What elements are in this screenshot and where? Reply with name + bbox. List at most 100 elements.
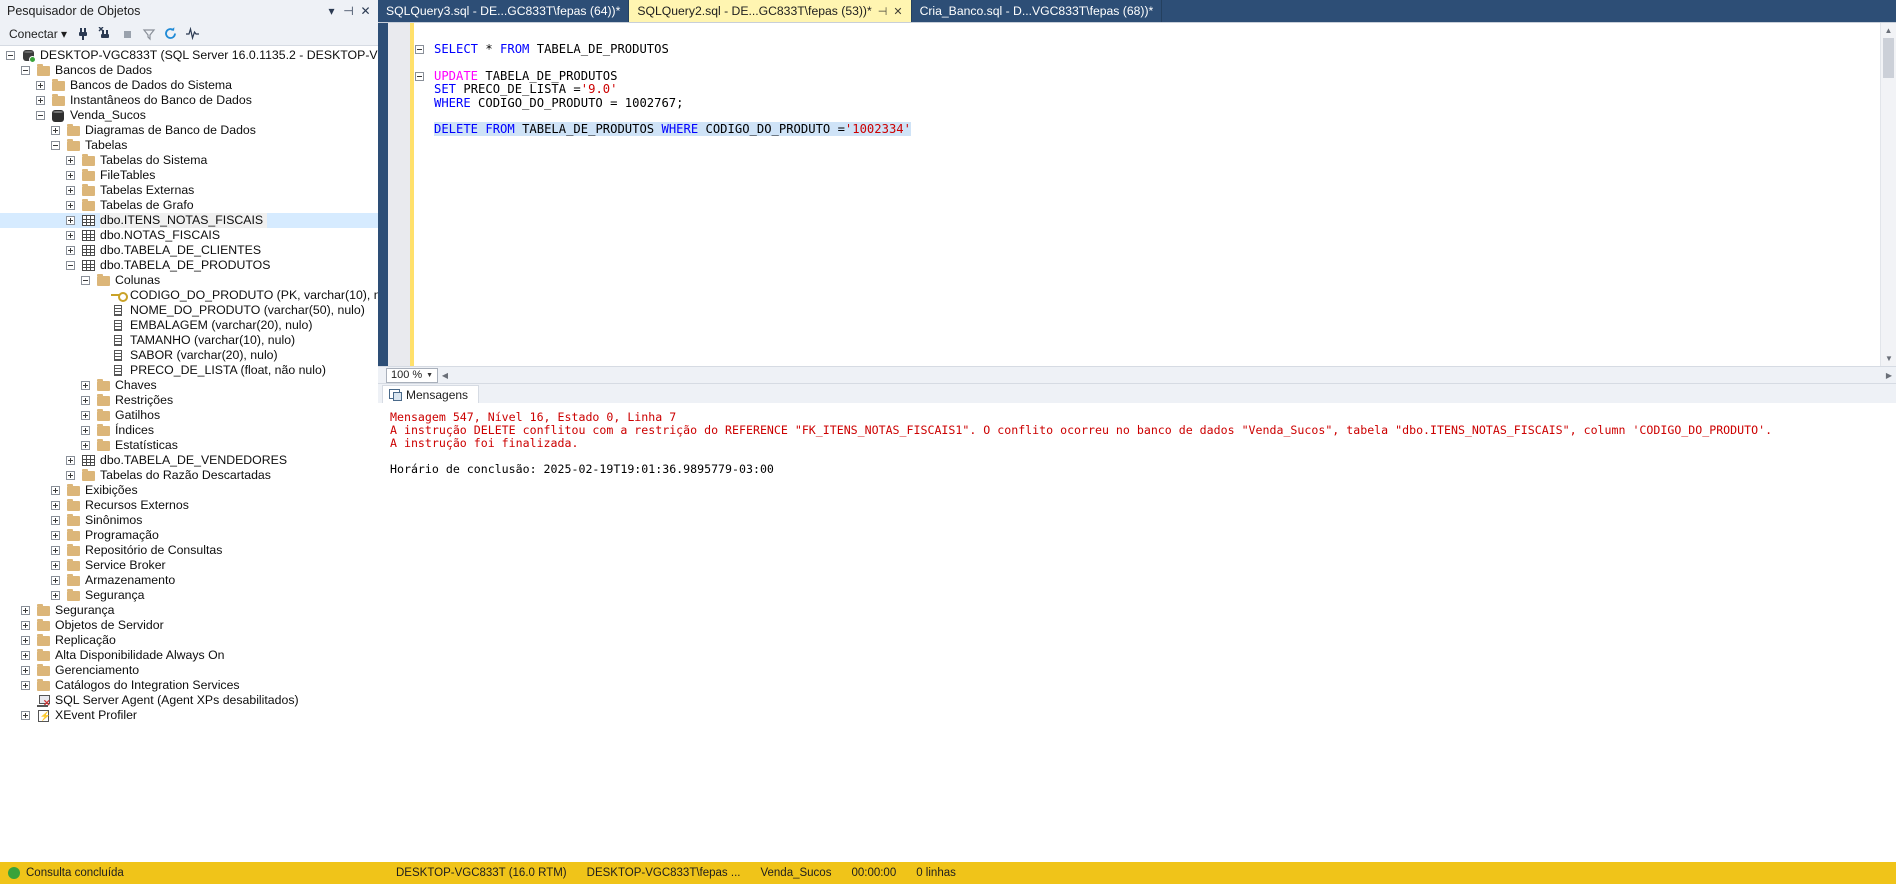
tree-node[interactable]: Sinônimos bbox=[0, 513, 378, 528]
tree-node[interactable]: Segurança bbox=[0, 603, 378, 618]
code-line[interactable]: UPDATE TABELA_DE_PRODUTOS bbox=[415, 69, 1896, 83]
code-line[interactable]: SELECT * FROM TABELA_DE_PRODUTOS bbox=[415, 42, 1896, 56]
tree-node[interactable]: Colunas bbox=[0, 273, 378, 288]
tree-node[interactable]: Service Broker bbox=[0, 558, 378, 573]
tree-node[interactable]: Venda_Sucos bbox=[0, 108, 378, 123]
collapse-icon[interactable] bbox=[81, 276, 90, 285]
code-line[interactable]: DELETE FROM TABELA_DE_PRODUTOS WHERE COD… bbox=[428, 122, 1896, 137]
expand-icon[interactable] bbox=[36, 81, 45, 90]
tree-node[interactable]: DESKTOP-VGC833T (SQL Server 16.0.1135.2 … bbox=[0, 48, 378, 63]
scroll-left-arrow[interactable]: ◀ bbox=[438, 371, 452, 380]
tree-node[interactable]: dbo.NOTAS_FISCAIS bbox=[0, 228, 378, 243]
expand-icon[interactable] bbox=[81, 396, 90, 405]
tree-node[interactable]: Exibições bbox=[0, 483, 378, 498]
tree-node[interactable]: XEvent Profiler bbox=[0, 708, 378, 724]
scroll-up-arrow[interactable]: ▲ bbox=[1881, 23, 1896, 38]
code-fold-icon[interactable] bbox=[415, 71, 424, 81]
expand-icon[interactable] bbox=[81, 411, 90, 420]
tree-node[interactable]: Tabelas Externas bbox=[0, 183, 378, 198]
expand-icon[interactable] bbox=[51, 486, 60, 495]
refresh-icon[interactable] bbox=[161, 24, 180, 43]
editor-horizontal-scrollbar[interactable]: ◀ ▶ bbox=[438, 367, 1896, 383]
expand-icon[interactable] bbox=[21, 681, 30, 690]
code-line[interactable] bbox=[428, 56, 1896, 69]
scroll-right-arrow[interactable]: ▶ bbox=[1882, 371, 1896, 380]
tree-node[interactable]: Programação bbox=[0, 528, 378, 543]
expand-icon[interactable] bbox=[66, 201, 75, 210]
tree-node[interactable]: Tabelas bbox=[0, 138, 378, 153]
expand-icon[interactable] bbox=[66, 471, 75, 480]
tree-node[interactable]: Gatilhos bbox=[0, 408, 378, 423]
editor-hscroll-track[interactable] bbox=[452, 368, 1882, 382]
tree-node[interactable]: Restrições bbox=[0, 393, 378, 408]
expand-icon[interactable] bbox=[66, 231, 75, 240]
expand-icon[interactable] bbox=[51, 516, 60, 525]
document-tab[interactable]: Cria_Banco.sql - D...VGC833T\fepas (68))… bbox=[911, 0, 1163, 22]
collapse-icon[interactable] bbox=[21, 66, 30, 75]
connect-button[interactable]: Conectar ▾ bbox=[6, 26, 70, 42]
tree-node[interactable]: NOME_DO_PRODUTO (varchar(50), nulo) bbox=[0, 303, 378, 318]
expand-icon[interactable] bbox=[51, 531, 60, 540]
tree-node[interactable]: SABOR (varchar(20), nulo) bbox=[0, 348, 378, 363]
tree-node[interactable]: Tabelas do Sistema bbox=[0, 153, 378, 168]
expand-icon[interactable] bbox=[66, 186, 75, 195]
tree-node[interactable]: Replicação bbox=[0, 633, 378, 648]
object-explorer-tree[interactable]: DESKTOP-VGC833T (SQL Server 16.0.1135.2 … bbox=[0, 46, 378, 884]
tree-node[interactable]: FileTables bbox=[0, 168, 378, 183]
expand-icon[interactable] bbox=[36, 96, 45, 105]
document-tab[interactable]: SQLQuery3.sql - DE...GC833T\fepas (64))* bbox=[378, 0, 630, 22]
tree-node[interactable]: PRECO_DE_LISTA (float, não nulo) bbox=[0, 363, 378, 378]
expand-icon[interactable] bbox=[66, 246, 75, 255]
code-line[interactable] bbox=[428, 110, 1896, 123]
tree-node[interactable]: Repositório de Consultas bbox=[0, 543, 378, 558]
tree-node[interactable]: Segurança bbox=[0, 588, 378, 603]
document-tab[interactable]: SQLQuery2.sql - DE...GC833T\fepas (53))*… bbox=[629, 0, 912, 22]
tree-node[interactable]: Diagramas de Banco de Dados bbox=[0, 123, 378, 138]
expand-icon[interactable] bbox=[21, 711, 30, 720]
stop-icon[interactable] bbox=[117, 24, 136, 43]
tree-node[interactable]: Estatísticas bbox=[0, 438, 378, 453]
sql-code-text[interactable]: SELECT * FROM TABELA_DE_PRODUTOS UPDATE T… bbox=[414, 23, 1896, 366]
tree-node[interactable]: Chaves bbox=[0, 378, 378, 393]
code-line[interactable]: SET PRECO_DE_LISTA ='9.0' bbox=[428, 82, 1896, 96]
expand-icon[interactable] bbox=[66, 216, 75, 225]
code-line[interactable]: WHERE CODIGO_DO_PRODUTO = 1002767; bbox=[428, 96, 1896, 110]
tree-node[interactable]: dbo.TABELA_DE_PRODUTOS bbox=[0, 258, 378, 273]
expand-icon[interactable] bbox=[21, 621, 30, 630]
close-icon[interactable]: ✕ bbox=[357, 3, 374, 20]
expand-icon[interactable] bbox=[21, 666, 30, 675]
pin-icon[interactable]: ⊣ bbox=[340, 3, 357, 20]
scroll-down-arrow[interactable]: ▼ bbox=[1881, 351, 1896, 366]
tree-node[interactable]: Recursos Externos bbox=[0, 498, 378, 513]
tree-node[interactable]: Bancos de Dados do Sistema bbox=[0, 78, 378, 93]
tab-mensagens[interactable]: Mensagens bbox=[382, 385, 480, 403]
collapse-icon[interactable] bbox=[51, 141, 60, 150]
tree-node[interactable]: Gerenciamento bbox=[0, 663, 378, 678]
expand-icon[interactable] bbox=[51, 561, 60, 570]
expand-icon[interactable] bbox=[21, 651, 30, 660]
collapse-icon[interactable] bbox=[66, 261, 75, 270]
tree-node[interactable]: Alta Disponibilidade Always On bbox=[0, 648, 378, 663]
editor-vertical-scrollbar[interactable]: ▲ ▼ bbox=[1880, 23, 1896, 366]
tree-node[interactable]: Instantâneos do Banco de Dados bbox=[0, 93, 378, 108]
editor-zoom-select[interactable]: 100 % ▼ bbox=[386, 367, 438, 383]
tree-node[interactable]: dbo.TABELA_DE_VENDEDORES bbox=[0, 453, 378, 468]
expand-icon[interactable] bbox=[66, 156, 75, 165]
expand-icon[interactable] bbox=[66, 171, 75, 180]
code-fold-icon[interactable] bbox=[415, 45, 424, 54]
tree-node[interactable]: EMBALAGEM (varchar(20), nulo) bbox=[0, 318, 378, 333]
expand-icon[interactable] bbox=[51, 591, 60, 600]
connect-server-icon[interactable] bbox=[73, 24, 92, 43]
expand-icon[interactable] bbox=[81, 441, 90, 450]
tree-node[interactable]: Índices bbox=[0, 423, 378, 438]
tree-node[interactable]: ✕ SQL Server Agent (Agent XPs desabilitad… bbox=[0, 693, 378, 708]
expand-icon[interactable] bbox=[81, 381, 90, 390]
expand-icon[interactable] bbox=[51, 576, 60, 585]
disconnect-server-icon[interactable] bbox=[95, 24, 114, 43]
expand-icon[interactable] bbox=[21, 636, 30, 645]
close-icon[interactable]: ✕ bbox=[893, 5, 902, 18]
chevron-down-icon[interactable]: ▾ bbox=[323, 3, 340, 20]
tree-node[interactable]: CODIGO_DO_PRODUTO (PK, varchar(10), não … bbox=[0, 288, 378, 303]
expand-icon[interactable] bbox=[66, 456, 75, 465]
expand-icon[interactable] bbox=[21, 606, 30, 615]
